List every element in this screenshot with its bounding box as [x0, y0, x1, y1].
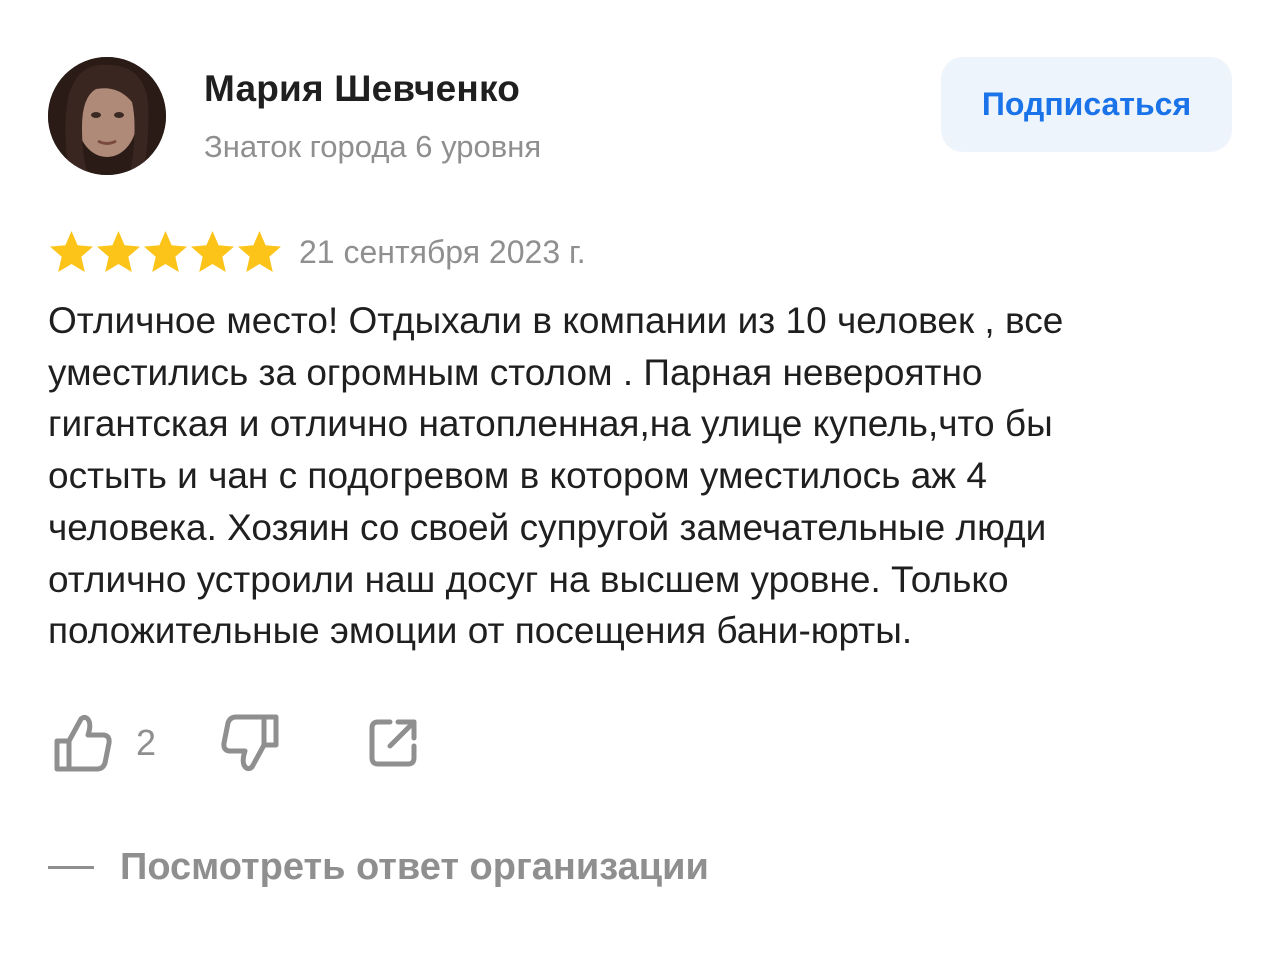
review-text-line: человека. Хозяин со своей супругой замеч… [48, 506, 1047, 548]
review-text-line: Отличное место! Отдыхали в компании из 1… [48, 300, 1064, 341]
like-count: 2 [136, 722, 157, 763]
dash-divider [48, 866, 94, 869]
star-icon [97, 231, 140, 272]
review-text-line: уместились за огромным столом . Парная н… [48, 351, 983, 393]
org-answer-label: Посмотреть ответ организации [120, 846, 709, 888]
share-button[interactable] [366, 716, 420, 775]
dislike-button[interactable] [219, 713, 281, 778]
like-button[interactable]: 2 [52, 713, 156, 773]
review-text-line: положительные эмоции от посещения бани-ю… [48, 610, 913, 652]
review-text: Отличное место! Отдыхали в компании из 1… [48, 295, 1248, 657]
avatar-photo [48, 57, 166, 175]
star-icon [144, 231, 187, 272]
subscribe-button[interactable]: Подписаться [941, 57, 1232, 152]
author-level: Знаток города 6 уровня [204, 129, 542, 164]
star-icon [50, 231, 93, 272]
review-text-line: гигантская и отлично натопленная,на улиц… [48, 403, 1053, 445]
author-name[interactable]: Мария Шевченко [204, 68, 520, 110]
view-org-answer-link[interactable]: Посмотреть ответ организации [48, 846, 709, 889]
review-text-line: отлично устроили наш досуг на высшем уро… [48, 558, 1009, 600]
star-icon [238, 231, 281, 272]
thumbs-up-icon [54, 714, 112, 772]
rating-row: 21 сентября 2023 г. [48, 229, 586, 275]
rating-stars [48, 229, 283, 275]
avatar[interactable] [48, 57, 166, 175]
review-text-line: остыть и чан с подогревом в котором умес… [48, 455, 987, 497]
star-icon [191, 231, 234, 272]
review-date: 21 сентября 2023 г. [299, 233, 586, 270]
share-icon [369, 719, 417, 767]
thumbs-down-icon [221, 714, 279, 772]
